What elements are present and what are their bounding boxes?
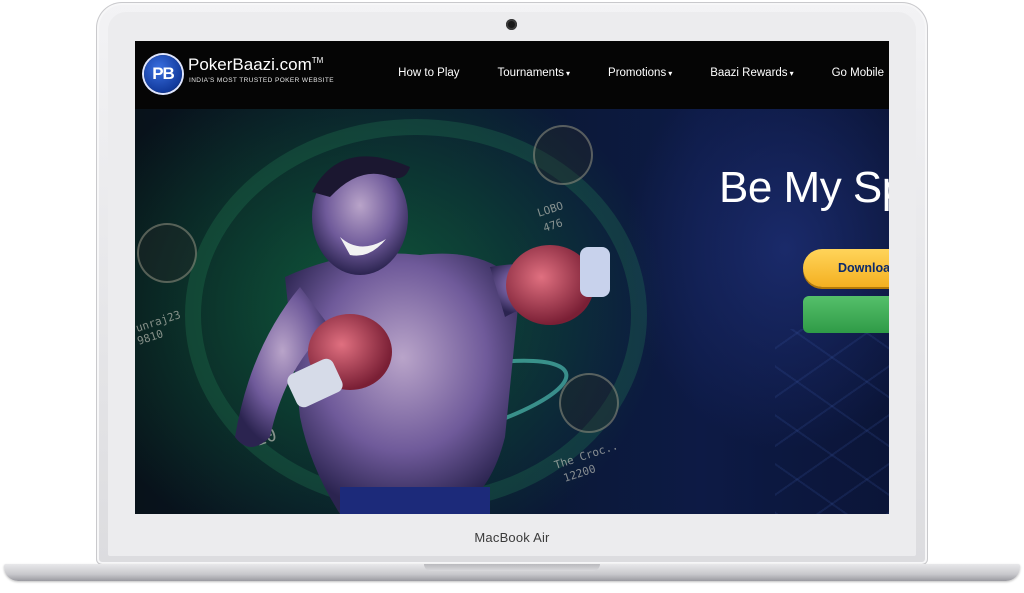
nav-item-label: Promotions [608,67,667,79]
laptop-model-label: MacBook Air [474,530,550,545]
screen: PB PokerBaazi.comTM INDIA'S MOST TRUSTED… [135,41,889,514]
nav-item-baazi-rewards[interactable]: Baazi Rewards ▾ [710,67,793,79]
site-header: PB PokerBaazi.comTM INDIA'S MOST TRUSTED… [135,41,889,109]
boxer-illustration [235,156,610,514]
nav-item-promotions[interactable]: Promotions ▾ [608,67,672,79]
trademark-mark: TM [311,56,324,65]
chevron-down-icon: ▾ [566,69,571,78]
nav-item-label: How to Play [398,67,460,79]
nav-item-tournaments[interactable]: Tournaments ▾ [498,67,571,79]
laptop-opening-notch [424,564,600,571]
nav-item-go-mobile[interactable]: Go Mobile [832,67,884,79]
pb-logo-icon[interactable]: PB [144,55,182,93]
site-tagline: INDIA'S MOST TRUSTED POKER WEBSITE [189,77,334,84]
nav-item-how-to-play[interactable]: How to Play [398,67,459,79]
nav-item-label: Baazi Rewards [710,67,788,79]
chevron-down-icon: ▾ [668,69,673,78]
chevron-down-icon: ▾ [789,69,794,78]
secondary-action-button[interactable] [803,296,889,333]
site-logo-name[interactable]: PokerBaazi.comTM [188,55,323,75]
download-button[interactable]: Downloa [803,249,889,287]
hero-title: Be My Sp [719,163,889,212]
site-logo-text: PokerBaazi.com [188,55,312,74]
hero-banner: LOBO 476 unraj23 9810 The Croc.. 12200 1… [135,109,889,514]
nav-item-label: Go Mobile [831,67,884,79]
main-nav: How to Play Tournaments ▾ Promotions ▾ Baa… [398,63,889,83]
floor-pattern [775,329,889,514]
nav-item-label: Tournaments [497,67,565,79]
camera-dot-icon [506,19,517,30]
player-seat [137,223,197,283]
